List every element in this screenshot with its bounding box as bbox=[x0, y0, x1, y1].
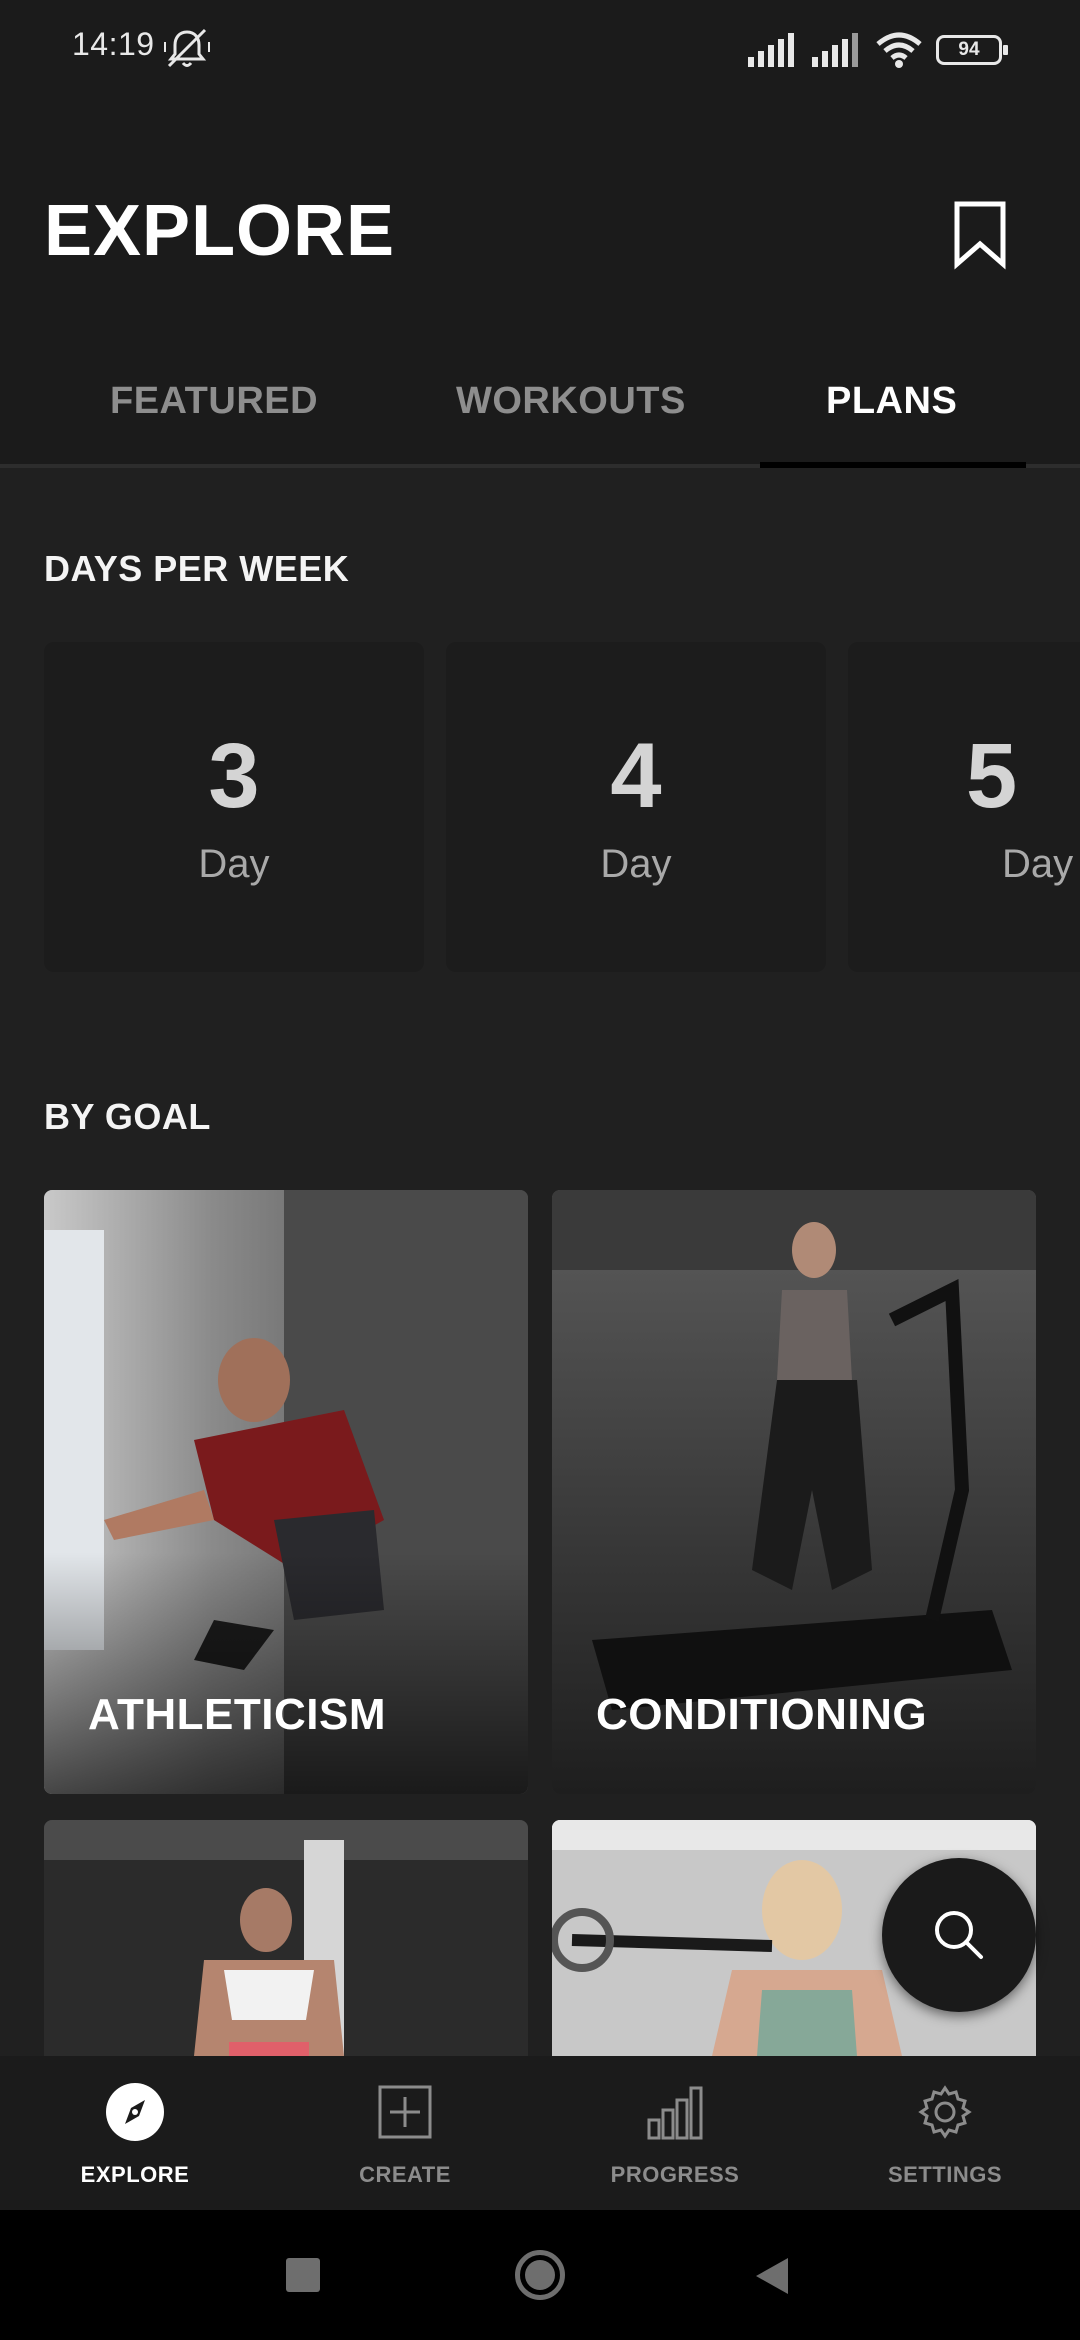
tab-featured[interactable]: FEATURED bbox=[110, 380, 318, 423]
wifi-icon bbox=[876, 32, 922, 68]
day-unit-label: Day bbox=[600, 842, 672, 886]
nav-progress[interactable]: PROGRESS bbox=[540, 2056, 810, 2210]
tab-plans[interactable]: PLANS bbox=[826, 380, 957, 423]
home-button[interactable] bbox=[515, 2250, 565, 2300]
day-unit-label: Day bbox=[198, 842, 270, 886]
signal-icon bbox=[748, 33, 794, 67]
female-athlete-photo bbox=[44, 1820, 528, 2056]
goal-card-conditioning[interactable]: CONDITIONING bbox=[552, 1190, 1036, 1794]
nav-create[interactable]: CREATE bbox=[270, 2056, 540, 2210]
bottom-navigation: EXPLORE CREATE PROGRESS SETTINGS bbox=[0, 2056, 1080, 2210]
mute-bell-icon bbox=[164, 28, 210, 68]
by-goal-heading: BY GOAL bbox=[44, 1096, 211, 1137]
goal-card-athleticism[interactable]: ATHLETICISM bbox=[44, 1190, 528, 1794]
tab-bar: FEATURED WORKOUTS PLANS bbox=[0, 360, 1080, 468]
page-title: EXPLORE bbox=[44, 191, 396, 271]
day-card-5[interactable]: 5 Day bbox=[848, 642, 1080, 972]
goal-label: ATHLETICISM bbox=[88, 1690, 386, 1739]
nav-label: PROGRESS bbox=[610, 2162, 740, 2187]
days-per-week-heading: DAYS PER WEEK bbox=[44, 548, 350, 589]
day-unit-label: Day bbox=[1002, 842, 1074, 886]
nav-settings[interactable]: SETTINGS bbox=[810, 2056, 1080, 2210]
bar-chart-icon bbox=[647, 2086, 703, 2140]
tab-workouts[interactable]: WORKOUTS bbox=[456, 380, 686, 423]
day-card-4[interactable]: 4 Day bbox=[446, 642, 826, 972]
battery-level: 94 bbox=[958, 39, 980, 60]
status-indicators: 94 bbox=[748, 30, 1008, 70]
day-count: 3 bbox=[208, 725, 260, 827]
day-card-3[interactable]: 3 Day bbox=[44, 642, 424, 972]
gear-icon bbox=[918, 2085, 972, 2139]
system-navigation-bar bbox=[0, 2210, 1080, 2340]
status-time: 14:19 bbox=[72, 26, 155, 62]
goal-label: CONDITIONING bbox=[596, 1690, 928, 1739]
battery-icon: 94 bbox=[936, 35, 1008, 65]
day-count: 5 bbox=[966, 725, 1018, 827]
bookmark-icon[interactable] bbox=[952, 200, 1008, 270]
signal-icon bbox=[812, 33, 858, 67]
compass-icon bbox=[106, 2083, 164, 2141]
search-icon bbox=[935, 1911, 983, 1959]
nav-label: EXPLORE bbox=[80, 2162, 190, 2187]
nav-explore[interactable]: EXPLORE bbox=[0, 2056, 270, 2210]
recent-apps-button[interactable] bbox=[286, 2258, 320, 2292]
nav-label: CREATE bbox=[359, 2162, 451, 2187]
day-count: 4 bbox=[610, 725, 662, 827]
goal-card-3[interactable] bbox=[44, 1820, 528, 2056]
plus-square-icon bbox=[378, 2085, 432, 2139]
search-button[interactable] bbox=[882, 1858, 1036, 2012]
active-tab-indicator bbox=[760, 462, 1026, 468]
nav-label: SETTINGS bbox=[887, 2162, 1002, 2187]
back-button[interactable] bbox=[754, 2256, 790, 2296]
